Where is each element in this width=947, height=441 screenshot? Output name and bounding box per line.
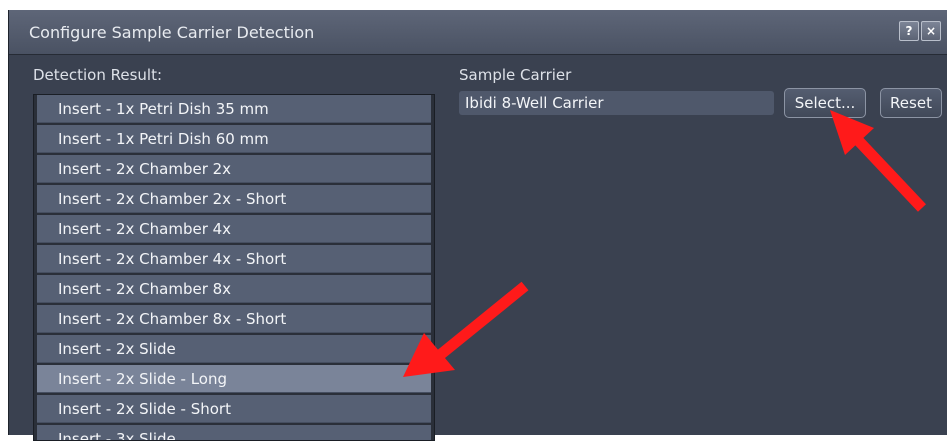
- list-item[interactable]: Insert - 2x Chamber 8x: [37, 275, 431, 303]
- configure-dialog: Configure Sample Carrier Detection ? × D…: [8, 10, 947, 441]
- list-item[interactable]: Insert - 2x Chamber 8x - Short: [37, 305, 431, 333]
- select-button[interactable]: Select...: [784, 88, 866, 118]
- list-item[interactable]: Insert - 2x Chamber 2x: [37, 155, 431, 183]
- title-bar: Configure Sample Carrier Detection ? ×: [9, 10, 947, 55]
- list-item[interactable]: Insert - 2x Chamber 4x - Short: [37, 245, 431, 273]
- list-item[interactable]: Insert - 3x Slide: [37, 425, 431, 440]
- list-item[interactable]: Insert - 2x Slide: [37, 335, 431, 363]
- dialog-title: Configure Sample Carrier Detection: [29, 23, 315, 42]
- list-item[interactable]: Insert - 2x Slide - Short: [37, 395, 431, 423]
- list-item[interactable]: Insert - 1x Petri Dish 60 mm: [37, 125, 431, 153]
- list-item[interactable]: Insert - 2x Chamber 4x: [37, 215, 431, 243]
- close-button[interactable]: ×: [921, 21, 941, 41]
- list-item-selected[interactable]: Insert - 2x Slide - Long: [37, 365, 431, 393]
- sample-carrier-field: Ibidi 8-Well Carrier: [459, 91, 774, 115]
- list-item[interactable]: Insert - 1x Petri Dish 35 mm: [37, 95, 431, 123]
- detection-result-label: Detection Result:: [33, 66, 163, 84]
- help-button[interactable]: ?: [899, 21, 919, 41]
- sample-carrier-label: Sample Carrier: [459, 66, 572, 84]
- reset-button[interactable]: Reset: [880, 88, 942, 118]
- detection-result-list[interactable]: Insert - 1x Petri Dish 35 mm Insert - 1x…: [33, 94, 435, 441]
- list-item[interactable]: Insert - 2x Chamber 2x - Short: [37, 185, 431, 213]
